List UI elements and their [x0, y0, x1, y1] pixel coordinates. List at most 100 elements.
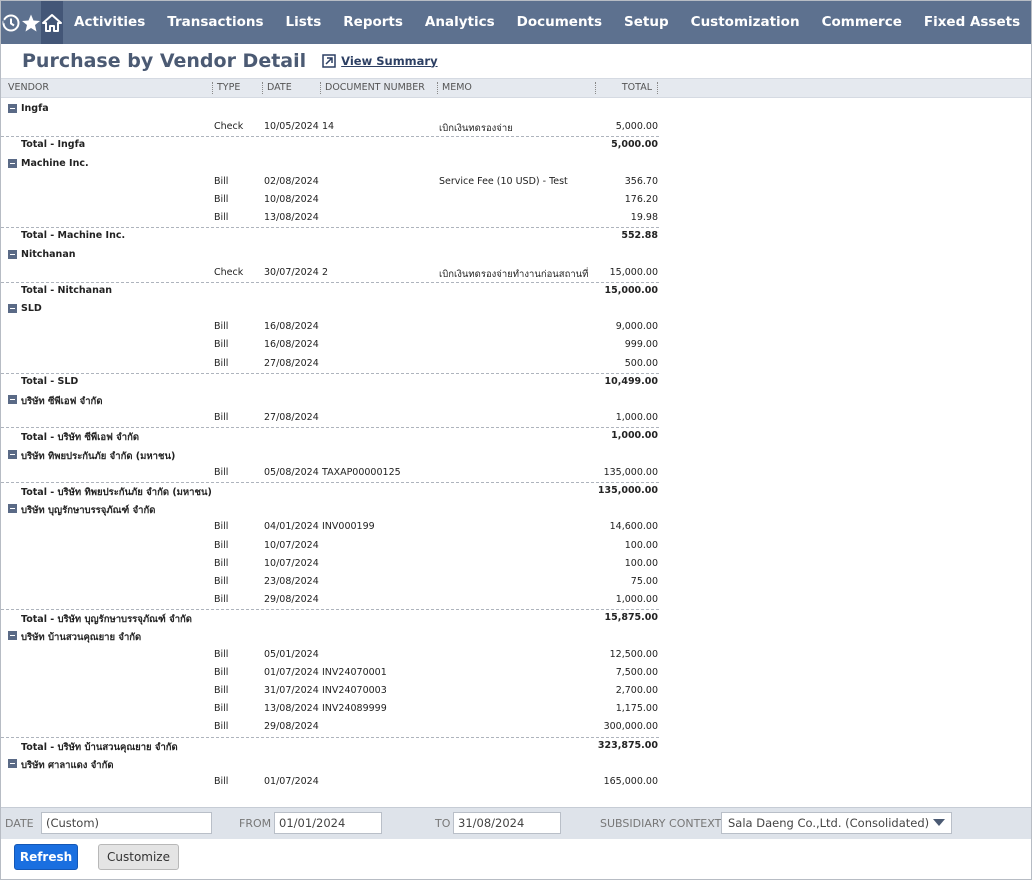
customize-button[interactable]: Customize: [98, 844, 179, 870]
cell-type: Bill: [214, 666, 229, 678]
cell-type: Bill: [214, 594, 229, 606]
vendor-total-label: Total - บริษัท ทิพยประกันภัย จำกัด (มหาช…: [21, 486, 212, 498]
nav-commerce[interactable]: Commerce: [811, 1, 913, 44]
nav-activities[interactable]: Activities: [63, 1, 156, 44]
column-divider: [437, 82, 438, 94]
cell-date: 23/08/2024: [264, 575, 319, 587]
cell-date: 27/08/2024: [264, 357, 319, 369]
table-row: Bill 02/08/2024 Service Fee (10 USD) - Tes…: [1, 173, 1031, 191]
cell-type: Bill: [214, 539, 229, 551]
table-row: Bill 13/08/2024 19.98: [1, 209, 1031, 227]
vendor-name: บริษัท บ้านสวนคุณยาย จำกัด: [21, 632, 142, 644]
column-vendor[interactable]: VENDOR: [8, 82, 49, 93]
collapse-icon[interactable]: [8, 631, 17, 641]
cell-type: Bill: [214, 575, 229, 587]
cell-date: 10/07/2024: [264, 539, 319, 551]
subsidiary-context-value: Sala Daeng Co.,Ltd. (Consolidated): [728, 816, 930, 830]
table-row: Bill 29/08/2024 300,000.00: [1, 718, 1031, 736]
collapse-icon[interactable]: [8, 449, 17, 459]
cell-type: Bill: [214, 703, 229, 715]
vendor-group-row: บริษัท ทิพยประกันภัย จำกัด (มหาชน): [1, 446, 1031, 464]
report-title-bar: Purchase by Vendor Detail View Summary: [1, 44, 1031, 77]
nav-setup[interactable]: Setup: [613, 1, 680, 44]
collapse-icon[interactable]: [8, 158, 17, 168]
total-divider: [1, 372, 659, 374]
report-filter-bar: DATE (Custom) FROM 01/01/2024 TO 31/08/2…: [1, 807, 1031, 839]
dropdown-caret-icon: [933, 819, 945, 826]
column-total[interactable]: TOTAL: [622, 82, 652, 93]
cell-type: Bill: [214, 175, 229, 187]
cell-date: 16/08/2024: [264, 339, 319, 351]
from-date-label: FROM: [239, 817, 272, 830]
home-icon[interactable]: [41, 1, 63, 44]
nav-analytics[interactable]: Analytics: [414, 1, 506, 44]
collapse-icon[interactable]: [8, 104, 17, 113]
cell-memo: เบิกเงินทดรองจ่าย: [439, 123, 513, 135]
cell-total: 9,000.00: [615, 321, 658, 333]
column-date[interactable]: DATE: [267, 82, 292, 93]
table-row: Check 30/07/2024 2 เบิกเงินทดรองจ่ายทำงานก่…: [1, 264, 1031, 282]
cell-date: 10/08/2024: [264, 193, 319, 205]
star-icon[interactable]: [21, 1, 41, 44]
table-row: Bill 27/08/2024 1,000.00: [1, 409, 1031, 427]
cell-total: 7,500.00: [615, 666, 658, 678]
nav-reports[interactable]: Reports: [332, 1, 414, 44]
cell-type: Bill: [214, 357, 229, 369]
collapse-icon[interactable]: [8, 504, 17, 514]
vendor-total-value: 135,000.00: [597, 484, 658, 496]
cell-document-number: INV24089999: [322, 703, 387, 715]
collapse-icon[interactable]: [8, 758, 17, 768]
cell-type: Bill: [214, 521, 229, 533]
vendor-total-label: Total - บริษัท บุญรักษาบรรจุภัณฑ์ จำกัด: [21, 614, 192, 626]
vendor-total-value: 323,875.00: [597, 739, 658, 751]
column-memo[interactable]: MEMO: [442, 82, 472, 93]
vendor-total-label: Total - บริษัท บ้านสวนคุณยาย จำกัด: [21, 741, 178, 753]
nav-customization[interactable]: Customization: [680, 1, 811, 44]
cell-date: 10/07/2024: [264, 557, 319, 569]
date-range-select[interactable]: (Custom): [41, 812, 212, 834]
report-table: VENDOR TYPE DATE DOCUMENT NUMBER MEMO TO…: [1, 78, 1031, 806]
vendor-name: บริษัท ทิพยประกันภัย จำกัด (มหาชน): [21, 450, 176, 462]
table-row: Bill 16/08/2024 9,000.00: [1, 318, 1031, 336]
column-document-number[interactable]: DOCUMENT NUMBER: [325, 82, 425, 93]
cell-date: 04/01/2024: [264, 521, 319, 533]
table-row: Bill 31/07/2024 INV24070003 2,700.00: [1, 682, 1031, 700]
vendor-name: Nitchanan: [21, 248, 76, 260]
collapse-icon[interactable]: [8, 249, 17, 259]
total-divider: [1, 281, 659, 283]
cell-date: 29/08/2024: [264, 594, 319, 606]
cell-type: Bill: [214, 212, 229, 224]
vendor-total-label: Total - บริษัท ซีพีเอฟ จำกัด: [21, 432, 139, 444]
refresh-button[interactable]: Refresh: [14, 844, 78, 870]
table-row: Bill 04/01/2024 INV000199 14,600.00: [1, 518, 1031, 536]
cell-total: 135,000.00: [603, 466, 658, 478]
cell-total: 2,700.00: [615, 685, 658, 696]
cell-memo: เบิกเงินทดรองจ่ายทำงานก่อนสถานที่: [439, 268, 589, 280]
nav-fixed-assets[interactable]: Fixed Assets: [913, 1, 1031, 44]
cell-date: 13/08/2024: [264, 703, 319, 715]
collapse-icon[interactable]: [8, 304, 17, 314]
cell-date: 10/05/2024: [264, 121, 319, 133]
table-row: Check 10/05/2024 14 เบิกเงินทดรองจ่าย 5,000.…: [1, 118, 1031, 136]
vendor-total-row: Total - Machine Inc. 552.88: [1, 227, 1031, 245]
recent-icon[interactable]: [1, 1, 21, 44]
collapse-icon[interactable]: [8, 395, 17, 404]
cell-type: Bill: [214, 193, 229, 205]
total-divider: [1, 136, 659, 138]
to-date-input[interactable]: 31/08/2024: [453, 812, 561, 834]
cell-type: Check: [214, 121, 244, 133]
column-type[interactable]: TYPE: [217, 82, 240, 93]
from-date-input[interactable]: 01/01/2024: [274, 812, 382, 834]
cell-total: 356.70: [624, 175, 658, 187]
cell-total: 100.00: [624, 557, 658, 569]
nav-documents[interactable]: Documents: [506, 1, 613, 44]
vendor-total-label: Total - SLD: [21, 375, 79, 387]
nav-transactions[interactable]: Transactions: [156, 1, 274, 44]
view-summary-link[interactable]: View Summary: [322, 54, 438, 68]
nav-lists[interactable]: Lists: [275, 1, 333, 44]
subsidiary-context-select[interactable]: Sala Daeng Co.,Ltd. (Consolidated): [721, 812, 952, 834]
vendor-group-row: บริษัท ซีพีเอฟ จำกัด: [1, 391, 1031, 409]
vendor-total-value: 10,499.00: [604, 375, 659, 387]
vendor-group-row: บริษัท บ้านสวนคุณยาย จำกัด: [1, 627, 1031, 645]
vendor-total-row: Total - Ingfa 5,000.00: [1, 136, 1031, 154]
